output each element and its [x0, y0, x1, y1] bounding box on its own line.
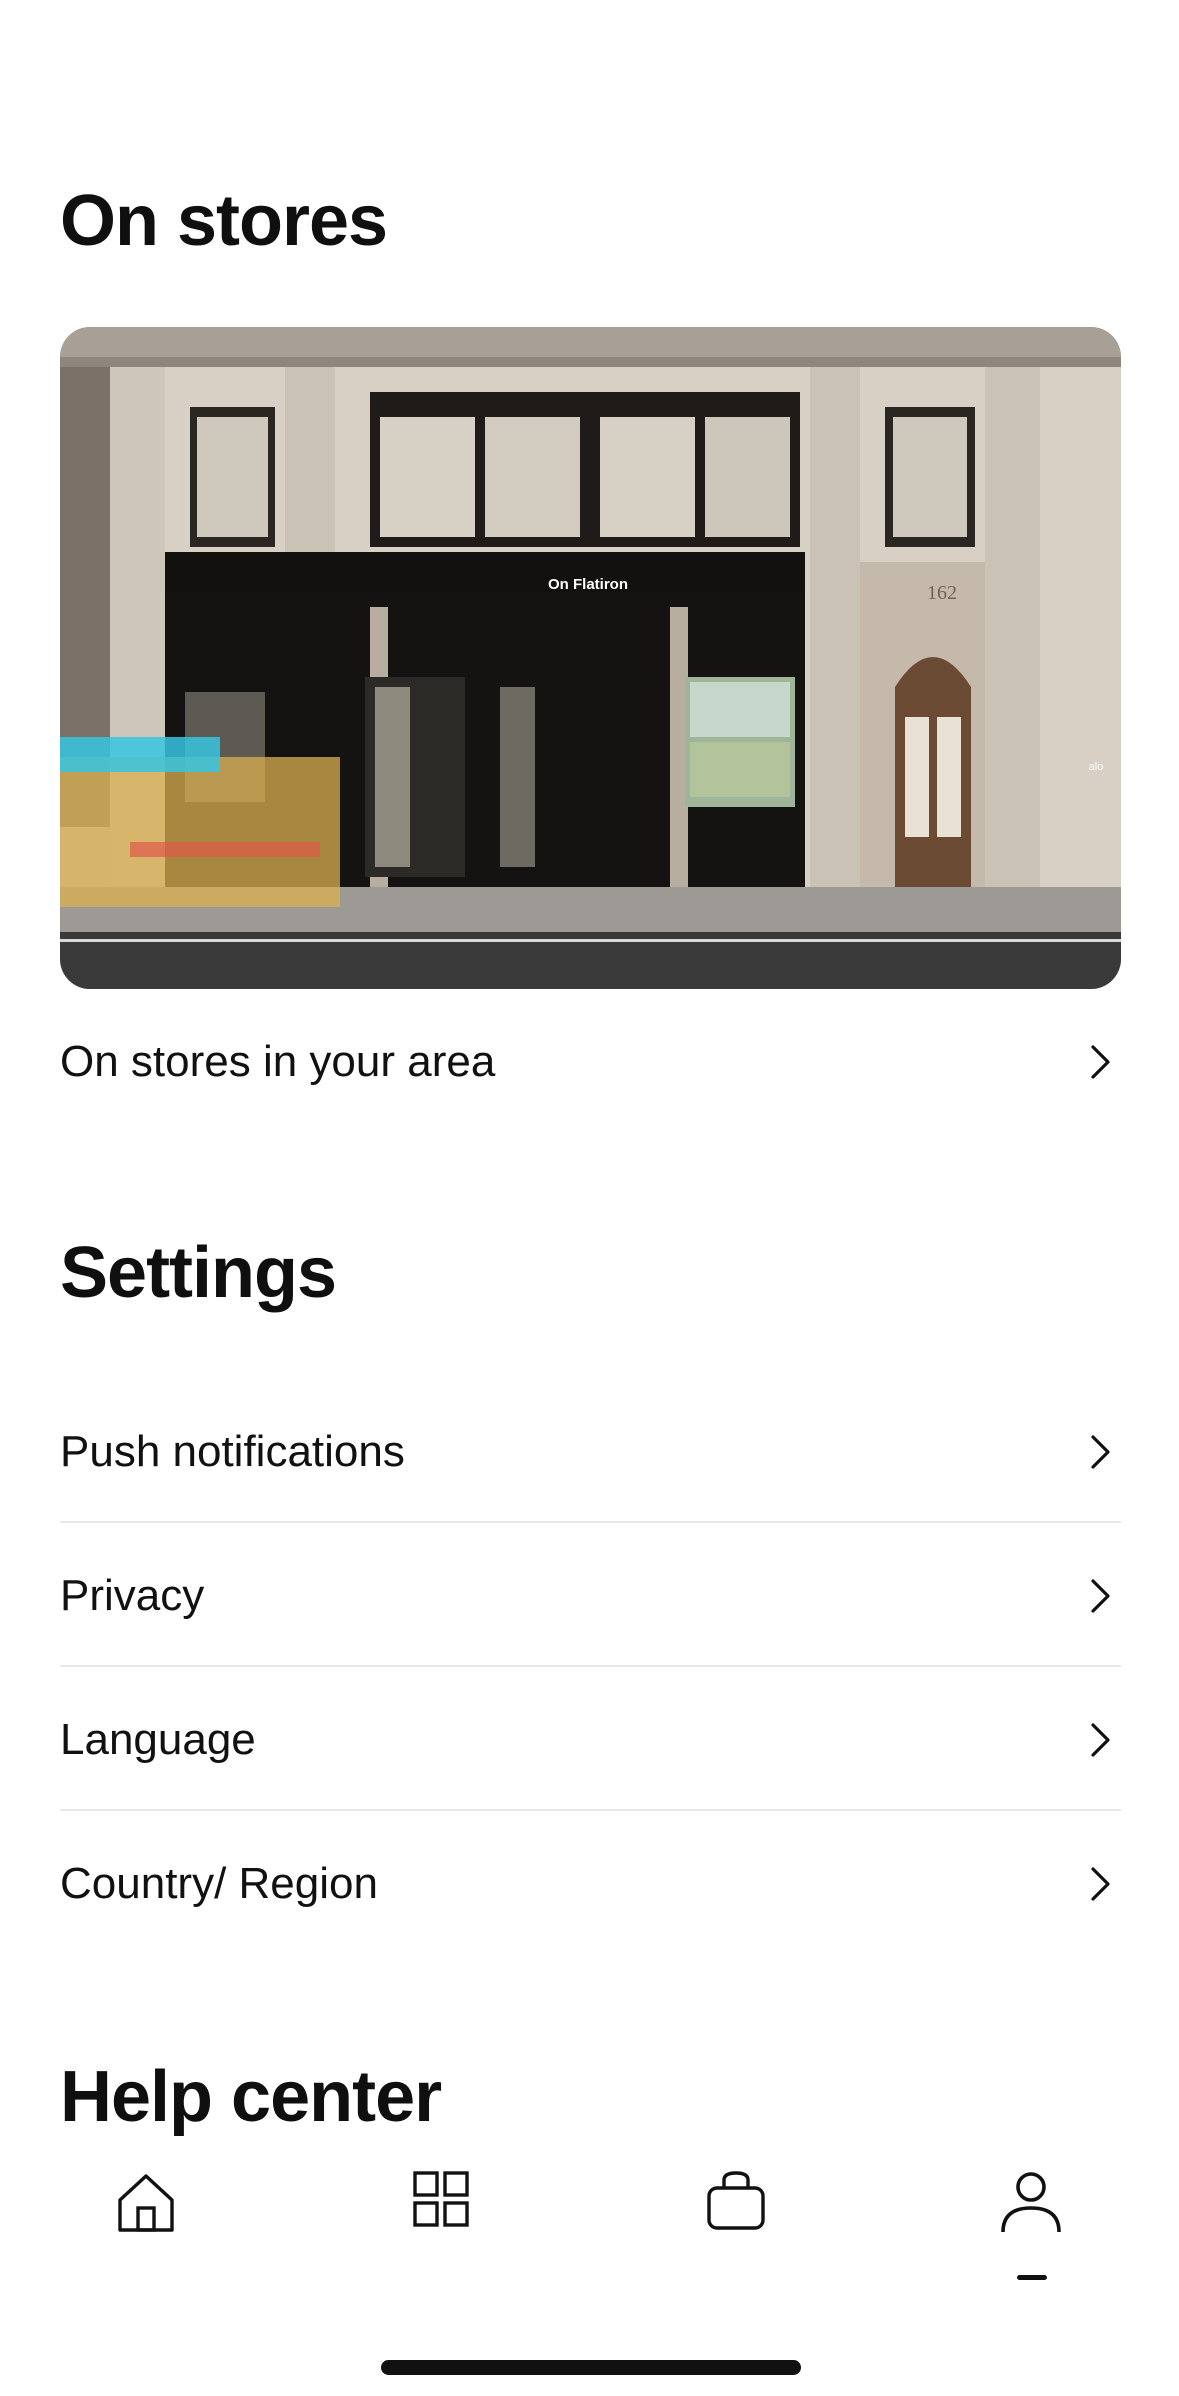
settings-item-label: Country/ Region — [60, 1859, 378, 1908]
divider — [60, 1809, 1121, 1811]
grid-icon — [412, 2170, 470, 2233]
store-photo-illustration: On Flatiron 162 alo — [60, 327, 1121, 989]
profile-icon — [999, 2170, 1063, 2241]
settings-item-label: Privacy — [60, 1571, 205, 1620]
stores-title: On stores — [60, 181, 388, 261]
home-indicator — [381, 2360, 801, 2375]
chevron-right-icon — [1081, 1576, 1121, 1616]
help-center-title: Help center — [60, 2057, 442, 2137]
tab-explore[interactable] — [376, 2160, 506, 2290]
active-tab-indicator — [1017, 2275, 1047, 2280]
settings-item-label: Language — [60, 1715, 256, 1764]
chevron-right-icon — [1081, 1864, 1121, 1904]
settings-item-privacy[interactable]: Privacy — [60, 1524, 1121, 1668]
divider — [60, 1665, 1121, 1667]
stores-in-area-label: On stores in your area — [60, 1037, 496, 1086]
chevron-right-icon — [1081, 1720, 1121, 1760]
chevron-right-icon — [1081, 1042, 1121, 1082]
settings-item-label: Push notifications — [60, 1427, 405, 1476]
tab-profile[interactable] — [966, 2160, 1096, 2290]
stores-in-area-link[interactable]: On stores in your area — [60, 990, 1121, 1134]
neighbor-sign: alo — [1089, 761, 1104, 773]
tab-bag[interactable] — [671, 2160, 801, 2290]
chevron-right-icon — [1081, 1432, 1121, 1472]
bag-icon — [705, 2170, 767, 2237]
divider — [60, 1521, 1121, 1523]
store-sign: On Flatiron — [548, 576, 628, 593]
settings-title: Settings — [60, 1233, 337, 1313]
store-photo[interactable]: On Flatiron 162 alo — [60, 327, 1121, 989]
tab-home[interactable] — [81, 2160, 211, 2290]
tab-bar — [0, 2160, 1179, 2290]
building-number: 162 — [927, 582, 957, 604]
settings-item-push-notifications[interactable]: Push notifications — [60, 1380, 1121, 1524]
home-icon — [114, 2170, 178, 2239]
settings-item-country-region[interactable]: Country/ Region — [60, 1812, 1121, 1956]
settings-item-language[interactable]: Language — [60, 1668, 1121, 1812]
